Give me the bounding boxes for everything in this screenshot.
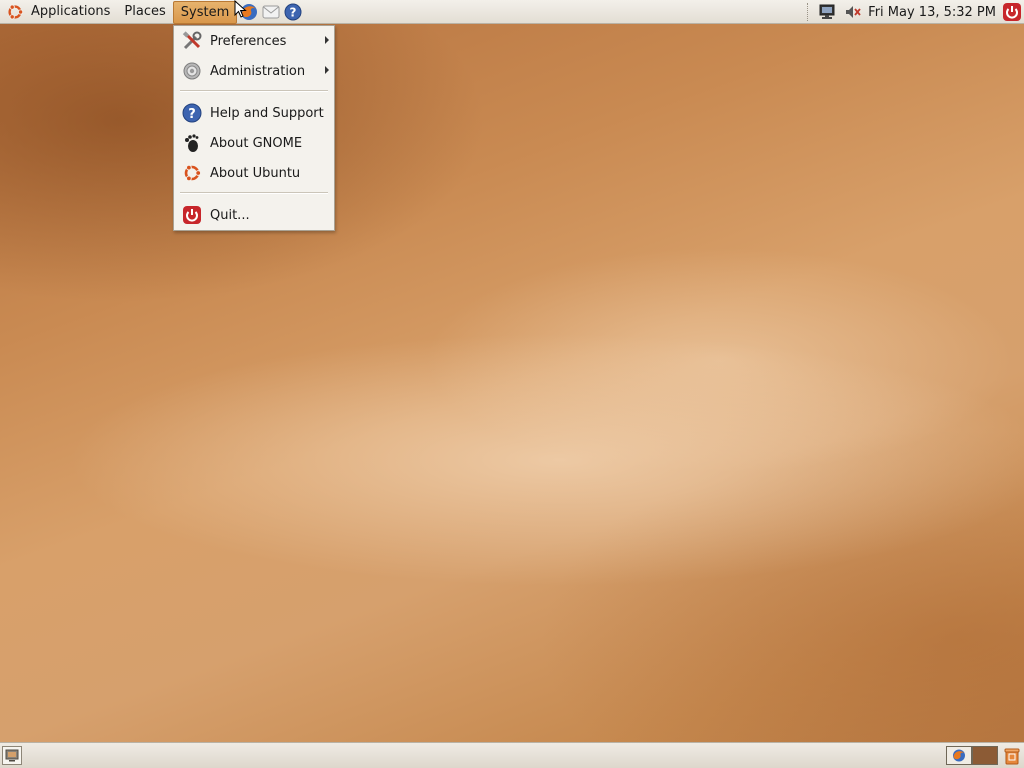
menu-item-about-gnome[interactable]: About GNOME bbox=[174, 129, 334, 157]
menu-item-quit[interactable]: Quit... bbox=[174, 201, 334, 229]
show-desktop-button[interactable] bbox=[2, 746, 22, 765]
help-icon: ? bbox=[284, 3, 302, 20]
ubuntu-logo-icon bbox=[8, 4, 24, 19]
submenu-arrow-icon bbox=[325, 36, 329, 44]
menu-item-label: Quit... bbox=[210, 207, 250, 223]
applications-menu-label: Applications bbox=[31, 3, 111, 19]
quit-icon bbox=[181, 204, 203, 226]
applications-menu[interactable]: Applications bbox=[0, 1, 117, 23]
places-menu[interactable]: Places bbox=[117, 1, 172, 23]
svg-text:?: ? bbox=[290, 5, 297, 19]
ubuntu-logo-icon bbox=[181, 162, 203, 184]
network-icon[interactable] bbox=[818, 4, 836, 20]
menu-item-administration[interactable]: Administration bbox=[174, 57, 334, 85]
menu-item-label: About GNOME bbox=[210, 135, 303, 151]
menu-item-help-and-support[interactable]: ? Help and Support bbox=[174, 99, 334, 127]
menu-item-preferences[interactable]: Preferences bbox=[174, 27, 334, 55]
volume-muted-icon[interactable] bbox=[844, 4, 862, 20]
system-menu[interactable]: System bbox=[172, 0, 238, 24]
menu-item-label: Preferences bbox=[210, 33, 287, 49]
desktop-wallpaper bbox=[0, 0, 1024, 768]
mail-icon bbox=[262, 5, 280, 18]
power-icon[interactable] bbox=[1002, 2, 1022, 22]
menu-item-label: Administration bbox=[210, 63, 306, 79]
menu-separator bbox=[180, 192, 328, 194]
preferences-icon bbox=[181, 30, 203, 52]
mouse-pointer-icon bbox=[234, 0, 247, 18]
clock[interactable]: Fri May 13, 5:32 PM bbox=[868, 5, 996, 20]
tray-separator bbox=[807, 3, 810, 21]
administration-icon bbox=[181, 60, 203, 82]
submenu-arrow-icon bbox=[325, 66, 329, 74]
firefox-icon bbox=[953, 749, 965, 762]
menu-item-about-ubuntu[interactable]: About Ubuntu bbox=[174, 159, 334, 187]
menu-item-label: About Ubuntu bbox=[210, 165, 301, 181]
show-desktop-icon bbox=[5, 749, 19, 762]
svg-text:?: ? bbox=[188, 107, 196, 122]
system-tray: Fri May 13, 5:32 PM bbox=[807, 0, 1024, 24]
system-dropdown-menu: Preferences Administration ? Help and Su… bbox=[173, 25, 335, 231]
trash-icon[interactable] bbox=[1004, 747, 1020, 765]
menu-item-label: Help and Support bbox=[210, 105, 324, 121]
menu-separator bbox=[180, 90, 328, 92]
help-launcher[interactable]: ? bbox=[283, 2, 303, 22]
workspace-2[interactable] bbox=[972, 746, 998, 765]
top-panel: Applications Places System ? Fri May 13,… bbox=[0, 0, 1024, 24]
bottom-panel bbox=[0, 742, 1024, 768]
help-icon: ? bbox=[181, 102, 203, 124]
mail-launcher[interactable] bbox=[261, 2, 281, 22]
gnome-foot-icon bbox=[181, 132, 203, 154]
workspace-1[interactable] bbox=[946, 746, 972, 765]
